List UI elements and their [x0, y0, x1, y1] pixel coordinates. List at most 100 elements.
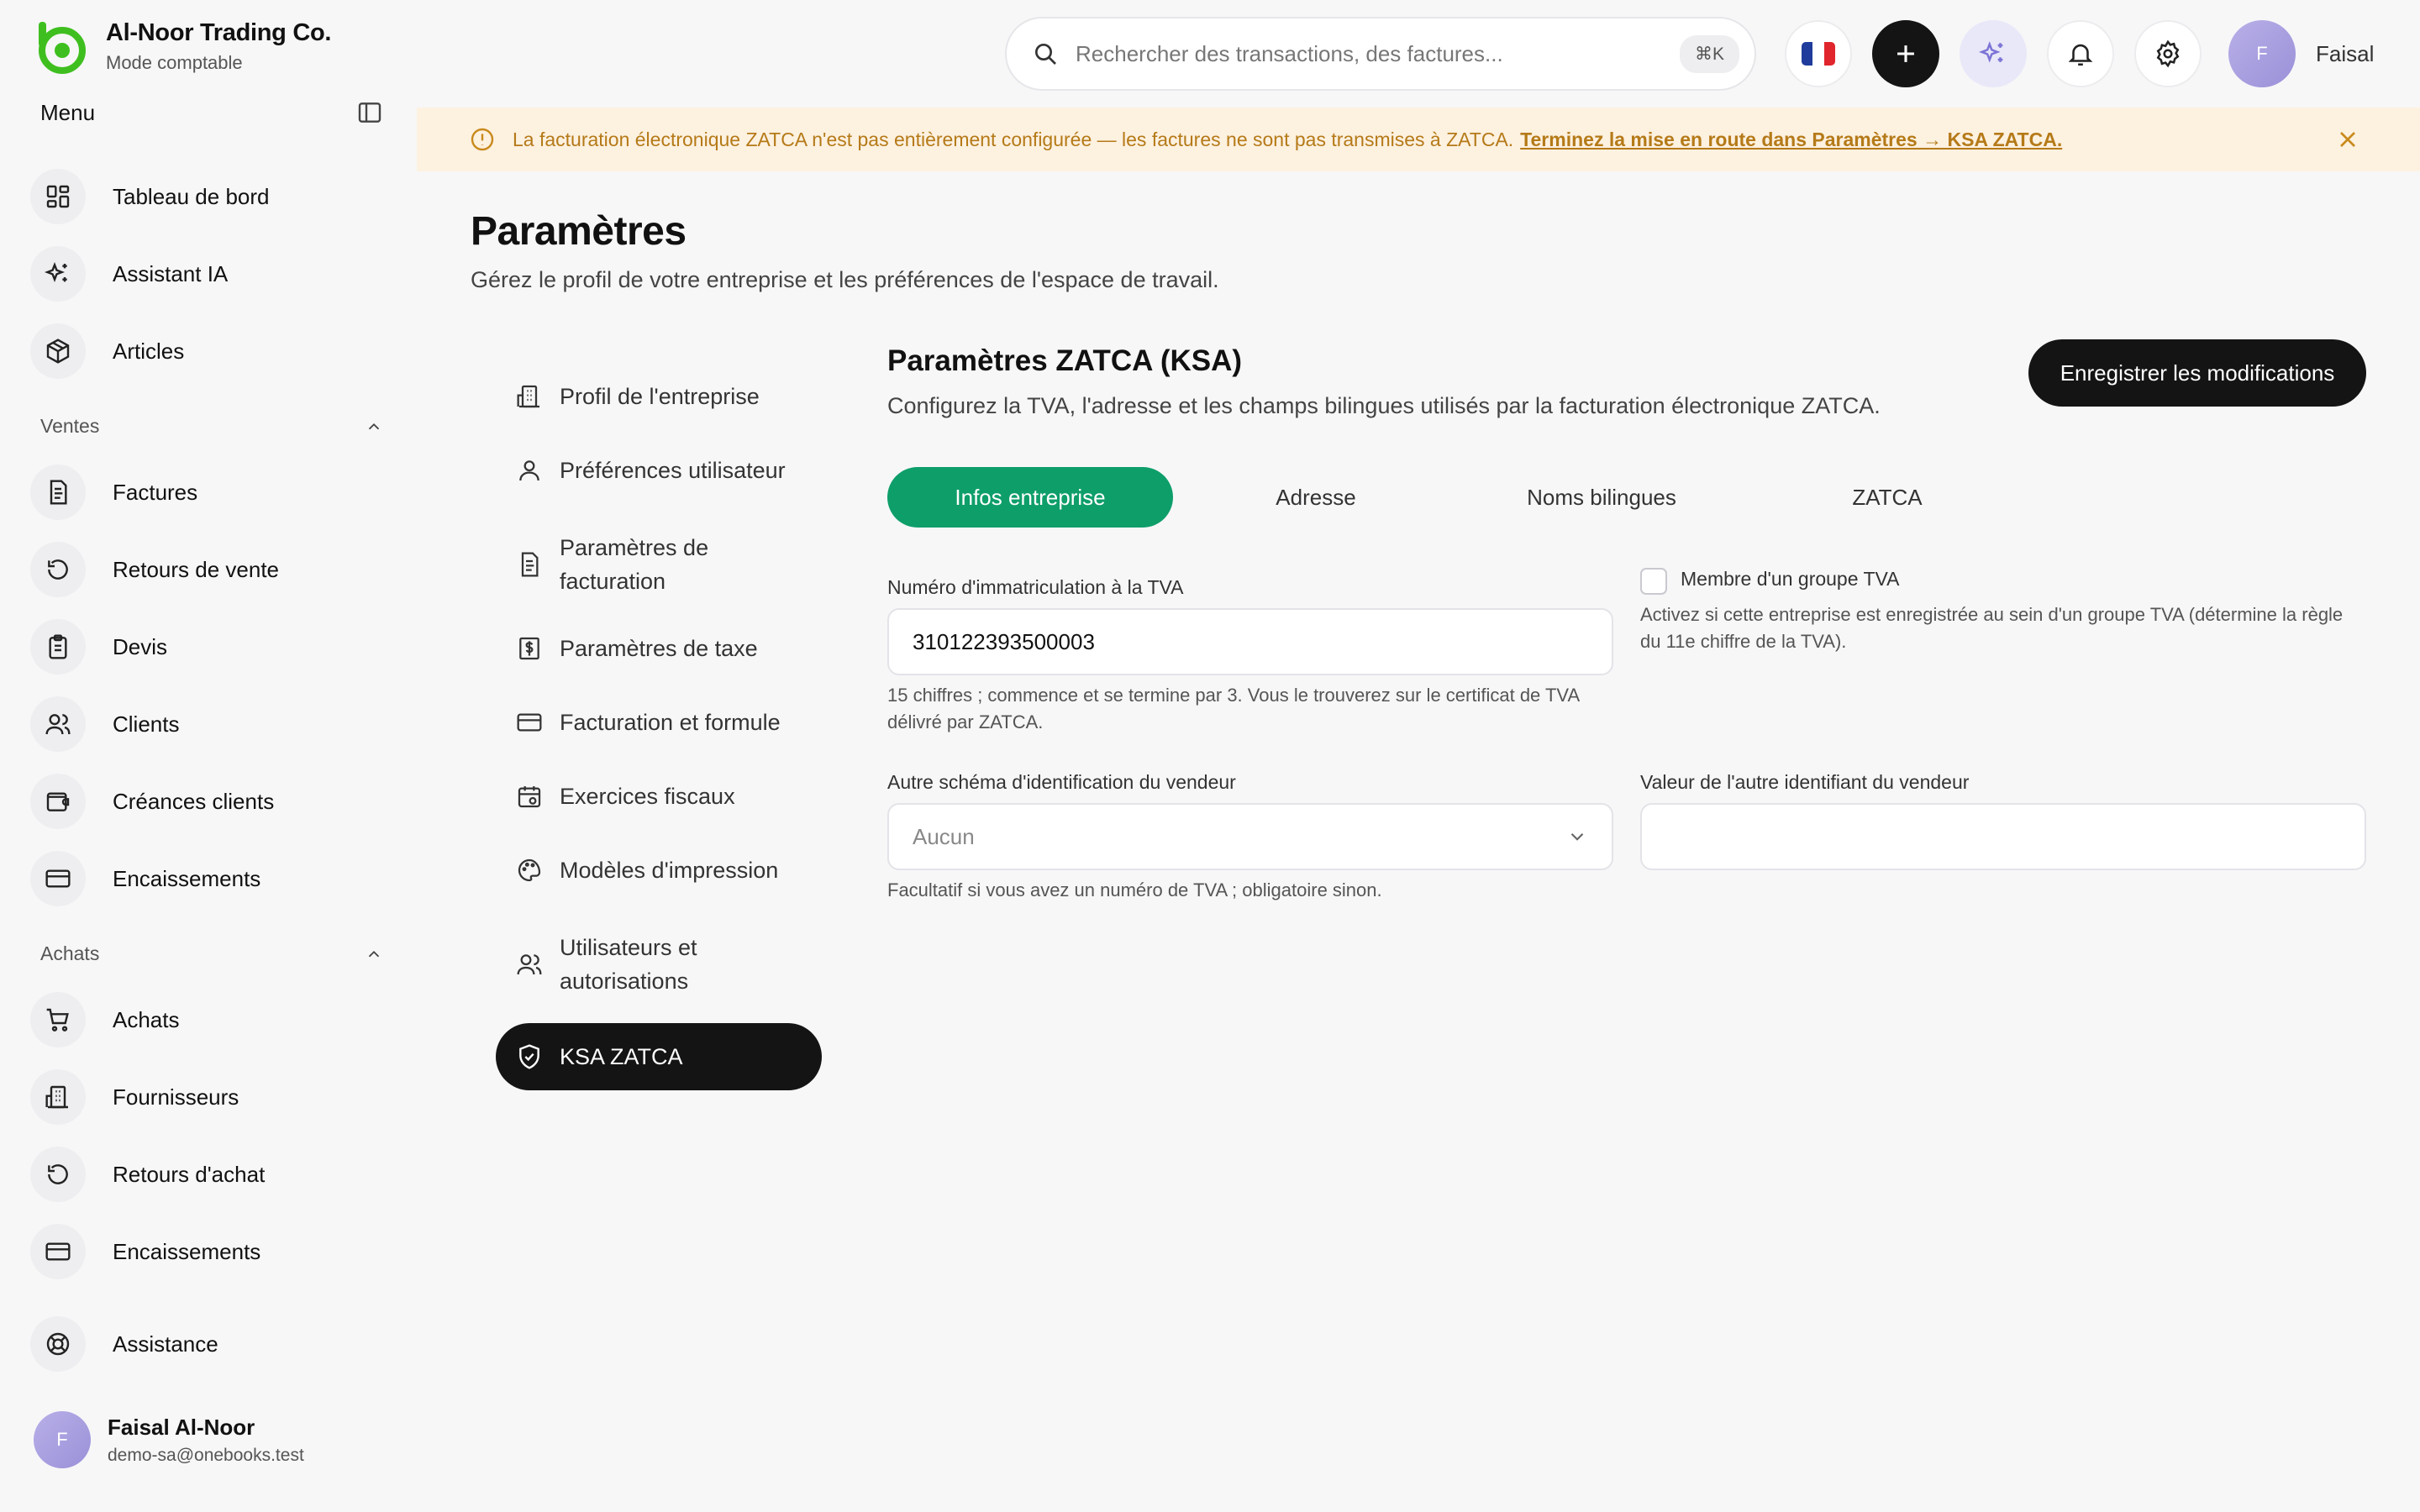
settings-nav-fiscal-years[interactable]: Exercices fiscaux: [496, 766, 822, 827]
tab-company-info[interactable]: Infos entreprise: [887, 467, 1173, 528]
user-icon: [519, 460, 539, 481]
sidebar-item-purchase-returns[interactable]: Retours d'achat: [30, 1144, 265, 1205]
building-icon: [517, 385, 539, 408]
sidebar-item-label: Assistant IA: [113, 260, 229, 286]
tab-zatca[interactable]: ZATCA: [1744, 467, 2030, 528]
tab-bilingual-names[interactable]: Noms bilingues: [1459, 467, 1744, 528]
chevron-up-icon: [368, 423, 380, 429]
settings-nav-user-preferences[interactable]: Préférences utilisateur: [496, 440, 822, 501]
search-bar[interactable]: ⌘K: [1005, 17, 1756, 91]
settings-nav-label: Modèles d'impression: [560, 858, 779, 883]
settings-nav-label: KSA ZATCA: [560, 1044, 683, 1069]
french-flag-icon: [1802, 42, 1835, 66]
sparkles-icon: [1979, 41, 2003, 63]
building-icon: [45, 1085, 68, 1109]
sidebar-user-card[interactable]: F Faisal Al-Noor demo-sa@onebooks.test: [34, 1411, 304, 1468]
user-name: Faisal Al-Noor: [108, 1414, 255, 1440]
settings-nav-print-templates[interactable]: Modèles d'impression: [496, 840, 822, 900]
sidebar-item-articles[interactable]: Articles: [30, 321, 184, 381]
settings-tabs: Infos entreprise Adresse Noms bilingues …: [887, 467, 2030, 528]
user-email: demo-sa@onebooks.test: [108, 1445, 304, 1465]
invoice-icon: [521, 552, 539, 577]
chevron-down-icon: [1570, 832, 1584, 841]
ai-assistant-button[interactable]: [1960, 20, 2027, 87]
sparkles-icon: [45, 261, 67, 283]
sidebar-item-clients[interactable]: Clients: [30, 694, 179, 754]
vat-number-input[interactable]: [887, 608, 1613, 675]
section-description: Configurez la TVA, l'adresse et les cham…: [887, 393, 1881, 418]
card-icon: [517, 713, 542, 732]
warning-circle-icon: [471, 128, 494, 151]
tab-address[interactable]: Adresse: [1173, 467, 1459, 528]
sidebar-item-dashboard[interactable]: Tableau de bord: [30, 166, 269, 227]
lifebuoy-icon: [46, 1332, 70, 1356]
zatca-warning-banner: La facturation électronique ZATCA n'est …: [417, 108, 2420, 171]
sales-section-header[interactable]: Ventes: [40, 415, 383, 438]
settings-nav-label: Facturation et formule: [560, 710, 781, 735]
return-icon: [48, 559, 68, 580]
notifications-button[interactable]: [2047, 20, 2114, 87]
tax-icon: [519, 637, 539, 660]
sidebar-item-label: Tableau de bord: [113, 183, 270, 209]
avatar: F: [2228, 20, 2296, 87]
sidebar-item-label: Encaissements: [113, 1238, 261, 1264]
card-icon: [45, 1242, 71, 1261]
purchases-section-header[interactable]: Achats: [40, 942, 383, 965]
seller-scheme-value: Aucun: [913, 823, 975, 849]
sidebar-item-invoices[interactable]: Factures: [30, 462, 197, 522]
sidebar-item-support[interactable]: Assistance: [30, 1314, 218, 1374]
page-subtitle: Gérez le profil de votre entreprise et l…: [471, 267, 1219, 292]
sidebar-item-label: Devis: [113, 633, 168, 659]
menu-title: Menu: [40, 99, 96, 125]
other-seller-id-label: Valeur de l'autre identifiant du vendeur: [1640, 771, 1970, 793]
settings-nav-tax-settings[interactable]: Paramètres de taxe: [496, 618, 822, 679]
sidebar-item-collections[interactable]: Encaissements: [30, 848, 260, 909]
brand-mode: Mode comptable: [106, 51, 243, 73]
settings-nav-billing-settings[interactable]: Paramètres de facturation: [496, 526, 822, 603]
shield-check-icon: [519, 1044, 539, 1069]
sidebar-item-label: Assistance: [113, 1331, 218, 1357]
gear-icon: [2156, 39, 2180, 68]
create-new-button[interactable]: [1872, 20, 1939, 87]
sidebar-item-label: Articles: [113, 338, 185, 364]
vat-number-label: Numéro d'immatriculation à la TVA: [887, 576, 1184, 598]
sidebar-item-receivables[interactable]: Créances clients: [30, 771, 274, 832]
sidebar-item-label: Créances clients: [113, 788, 275, 814]
brand[interactable]: Al-Noor Trading Co. Mode comptable: [32, 17, 331, 76]
settings-nav-label: Profil de l'entreprise: [560, 384, 760, 409]
settings-nav-label: Préférences utilisateur: [560, 458, 786, 483]
sidebar-item-suppliers[interactable]: Fournisseurs: [30, 1067, 239, 1127]
settings-button[interactable]: [2134, 20, 2202, 87]
cart-icon: [46, 1008, 69, 1032]
sidebar-toggle-icon[interactable]: [356, 99, 383, 126]
seller-scheme-label: Autre schéma d'identification du vendeur: [887, 771, 1236, 793]
sidebar-item-purchases[interactable]: Achats: [30, 990, 180, 1050]
sidebar-item-purchase-collections[interactable]: Encaissements: [30, 1221, 260, 1282]
language-button[interactable]: [1785, 20, 1852, 87]
sidebar-item-label: Retours de vente: [113, 556, 280, 582]
sidebar-item-ai-assistant[interactable]: Assistant IA: [30, 244, 228, 304]
purchases-section-title: Achats: [40, 942, 100, 964]
vat-group-checkbox[interactable]: [1640, 568, 1667, 595]
settings-nav-ksa-zatca[interactable]: KSA ZATCA: [496, 1023, 822, 1090]
settings-nav-users-permissions[interactable]: Utilisateurs et autorisations: [496, 926, 822, 1003]
settings-nav-label: Paramètres de facturation: [560, 535, 709, 594]
vat-group-help: Activez si cette entreprise est enregist…: [1640, 604, 2344, 652]
brand-logo-icon: [39, 22, 86, 74]
settings-nav-company-profile[interactable]: Profil de l'entreprise: [496, 366, 822, 427]
save-changes-button[interactable]: Enregistrer les modifications: [2028, 339, 2366, 407]
vat-group-label[interactable]: Membre d'un groupe TVA: [1681, 568, 1900, 591]
close-icon[interactable]: [2334, 126, 2361, 153]
sidebar-item-sales-returns[interactable]: Retours de vente: [30, 539, 279, 600]
settings-nav-billing-plan[interactable]: Facturation et formule: [496, 692, 822, 753]
search-input[interactable]: [1076, 40, 1680, 67]
banner-setup-link[interactable]: Terminez la mise en route dans Paramètre…: [1520, 129, 2062, 151]
top-user-menu[interactable]: F Faisal: [2228, 20, 2374, 87]
sales-section-title: Ventes: [40, 415, 100, 437]
users-icon: [45, 714, 71, 735]
other-seller-id-input[interactable]: [1640, 803, 2366, 870]
chevron-up-icon: [368, 950, 380, 957]
invoice-icon: [50, 480, 67, 505]
sidebar-item-quotes[interactable]: Devis: [30, 617, 167, 677]
seller-scheme-select[interactable]: Aucun: [887, 803, 1613, 870]
